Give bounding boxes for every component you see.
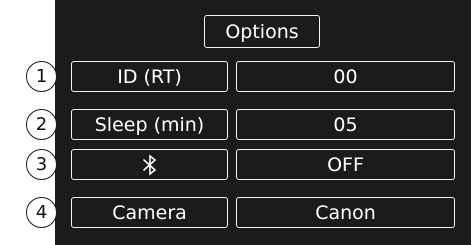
row-number-badge-3: 3 — [26, 149, 57, 180]
sleep-min-label-button[interactable]: Sleep (min) — [71, 109, 228, 140]
bluetooth-label-button[interactable] — [71, 149, 228, 180]
camera-label-button[interactable]: Camera — [71, 197, 228, 228]
bluetooth-icon — [142, 153, 156, 176]
id-rt-value-button[interactable]: 00 — [236, 61, 455, 92]
options-title-button[interactable]: Options — [204, 15, 320, 48]
id-rt-label-button[interactable]: ID (RT) — [71, 61, 228, 92]
row-number-badge-1: 1 — [26, 61, 57, 92]
row-number-badge-4: 4 — [26, 197, 57, 228]
camera-value-button[interactable]: Canon — [236, 197, 455, 228]
sleep-min-value-button[interactable]: 05 — [236, 109, 455, 140]
row-number-badge-2: 2 — [26, 109, 57, 140]
bluetooth-value-button[interactable]: OFF — [236, 149, 455, 180]
